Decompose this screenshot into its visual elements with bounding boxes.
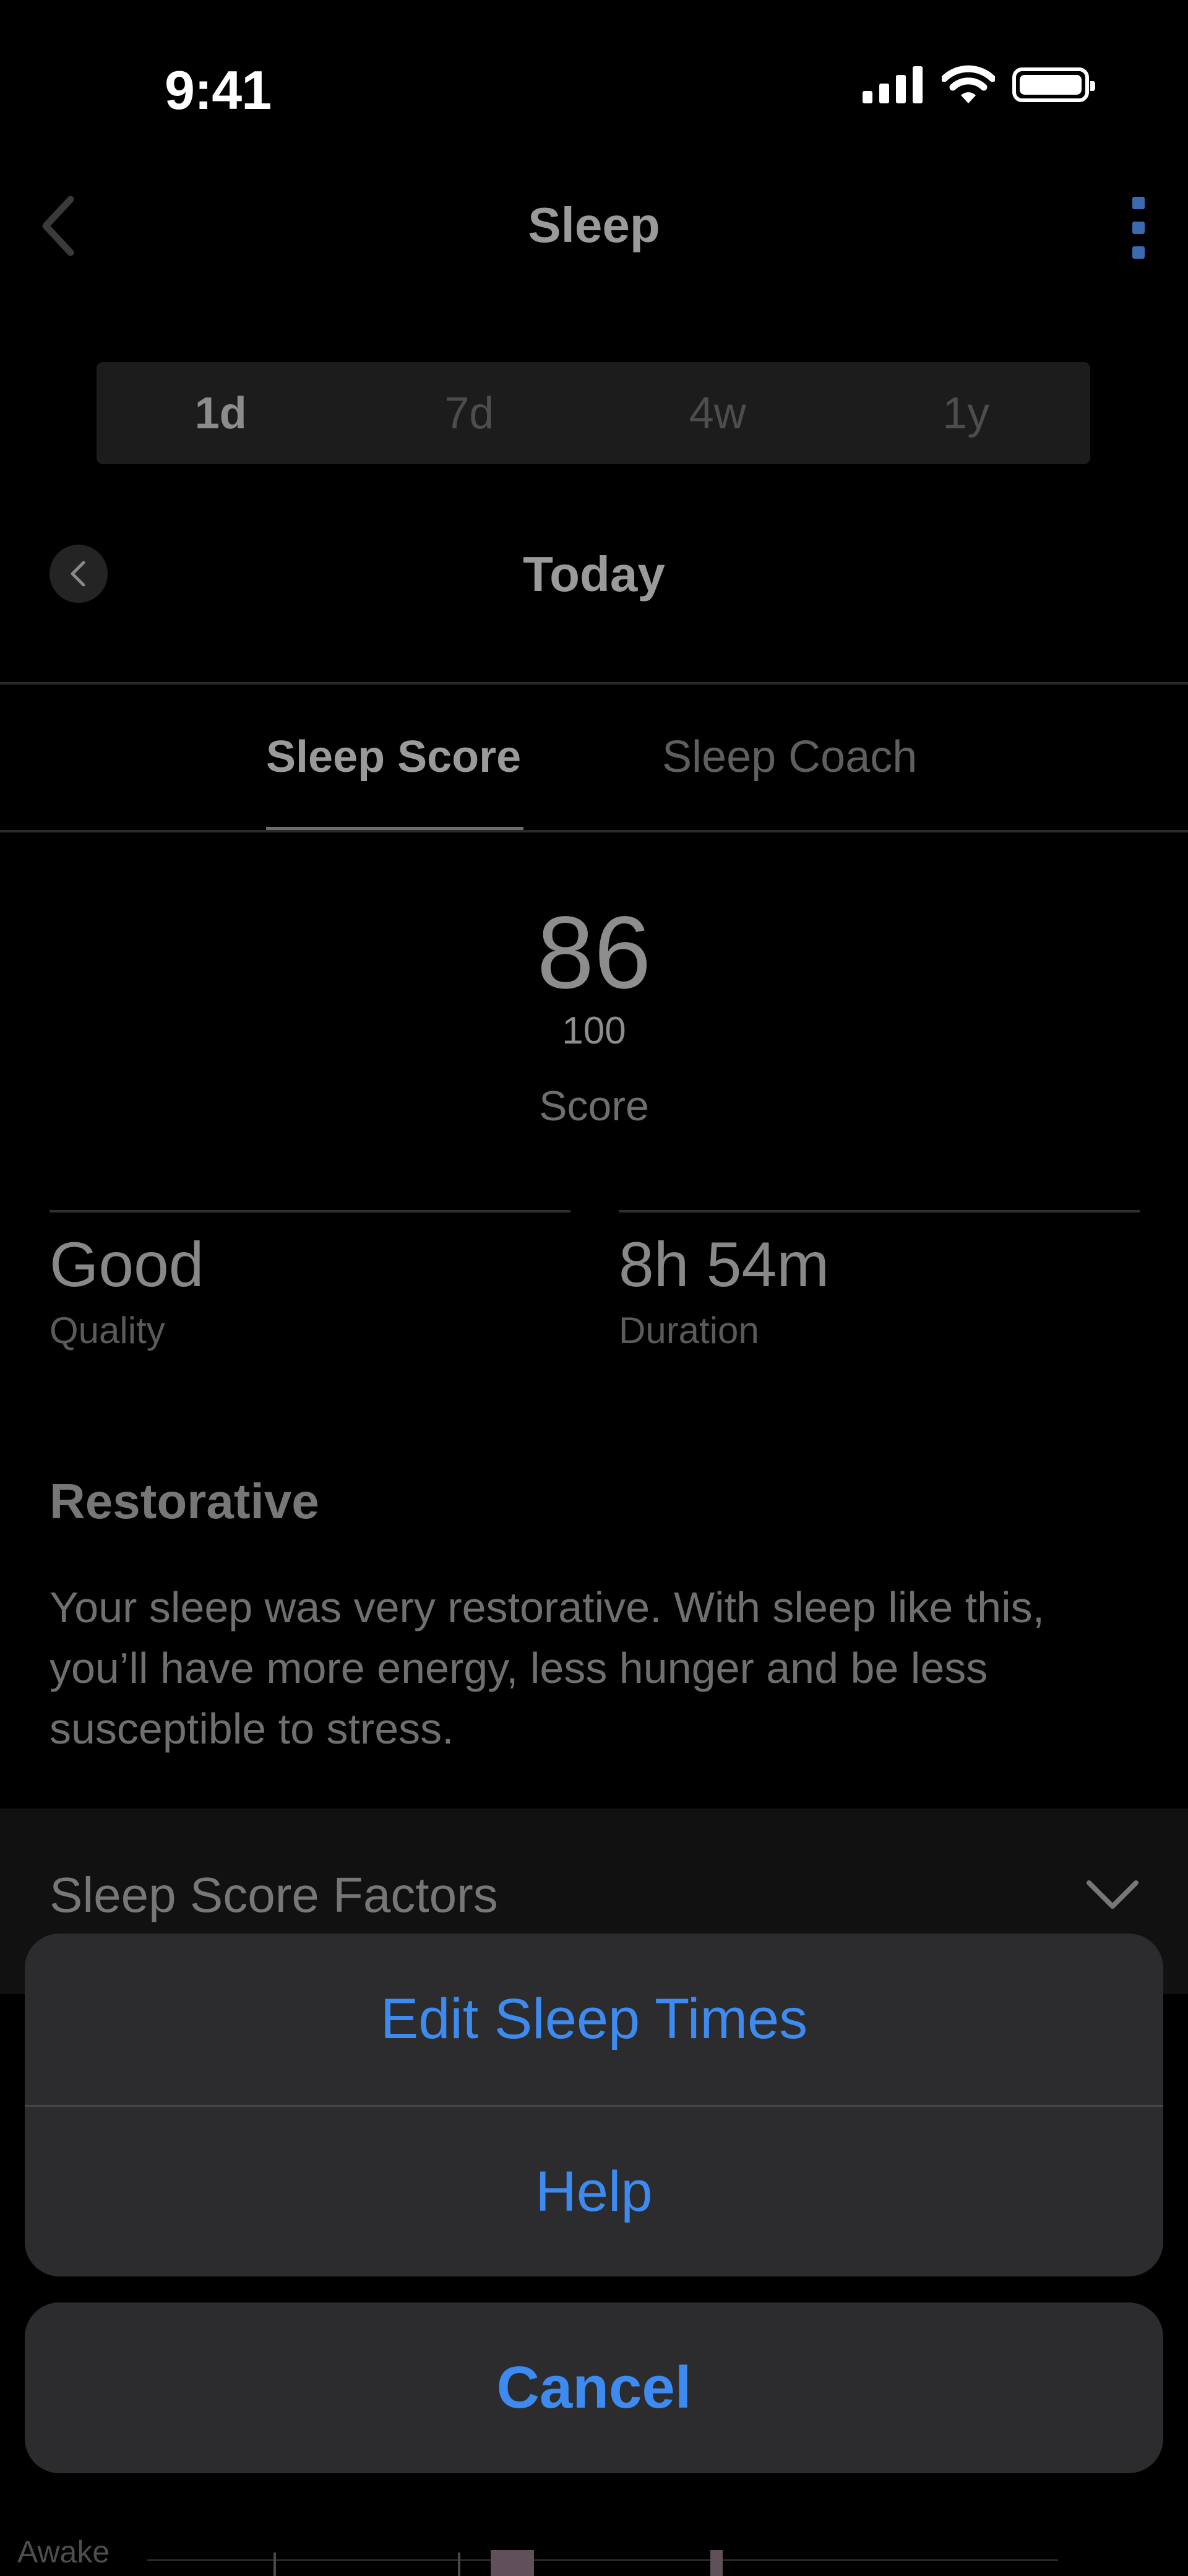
battery-icon [1012, 67, 1095, 102]
chart-awake-bar [710, 2550, 723, 2576]
sleep-score-label: Score [539, 1083, 649, 1130]
sleep-score-max: 100 [562, 1009, 626, 1052]
wifi-icon [942, 65, 995, 103]
chevron-down-icon[interactable] [1082, 1874, 1143, 1917]
range-option-1y[interactable]: 1y [842, 362, 1091, 464]
quality-value: Good [50, 1229, 204, 1300]
stat-divider [619, 1210, 1140, 1212]
duration-value: 8h 54m [619, 1229, 830, 1300]
range-option-4w[interactable]: 4w [593, 362, 842, 464]
range-segmented-control: 1d 7d 4w 1y [97, 362, 1090, 464]
stat-divider [50, 1210, 570, 1212]
section-heading: Restorative [50, 1474, 319, 1529]
chart-tick [458, 2552, 460, 2576]
date-label: Today [523, 547, 665, 602]
range-option-1d[interactable]: 1d [97, 362, 345, 464]
cancel-button[interactable]: Cancel [25, 2302, 1163, 2473]
cellular-signal-icon [863, 66, 923, 103]
status-icons [863, 65, 1095, 105]
chart-tick [273, 2552, 276, 2576]
status-time: 9:41 [165, 59, 272, 121]
help-button[interactable]: Help [25, 2107, 1163, 2276]
tabs-divider [0, 830, 1188, 832]
duration-label: Duration [619, 1310, 759, 1351]
tab-sleep-score[interactable]: Sleep Score [266, 732, 521, 782]
chart-awake-bar [491, 2550, 534, 2576]
sleep-score-value: 86 [536, 896, 652, 1010]
chart-baseline [147, 2559, 1058, 2561]
edit-sleep-times-button[interactable]: Edit Sleep Times [25, 1934, 1163, 2105]
page-title: Sleep [528, 197, 660, 253]
divider [0, 682, 1188, 685]
quality-label: Quality [50, 1310, 165, 1351]
range-option-7d[interactable]: 7d [345, 362, 594, 464]
more-options-icon[interactable] [1126, 197, 1151, 259]
sleep-score-factors-label: Sleep Score Factors [50, 1867, 498, 1922]
tab-sleep-coach[interactable]: Sleep Coach [662, 732, 917, 782]
chart-awake-label: Awake [17, 2535, 110, 2569]
section-body: Your sleep was very restorative. With sl… [50, 1583, 1045, 1753]
action-sheet-group: Edit Sleep Times Help [25, 1934, 1163, 2276]
